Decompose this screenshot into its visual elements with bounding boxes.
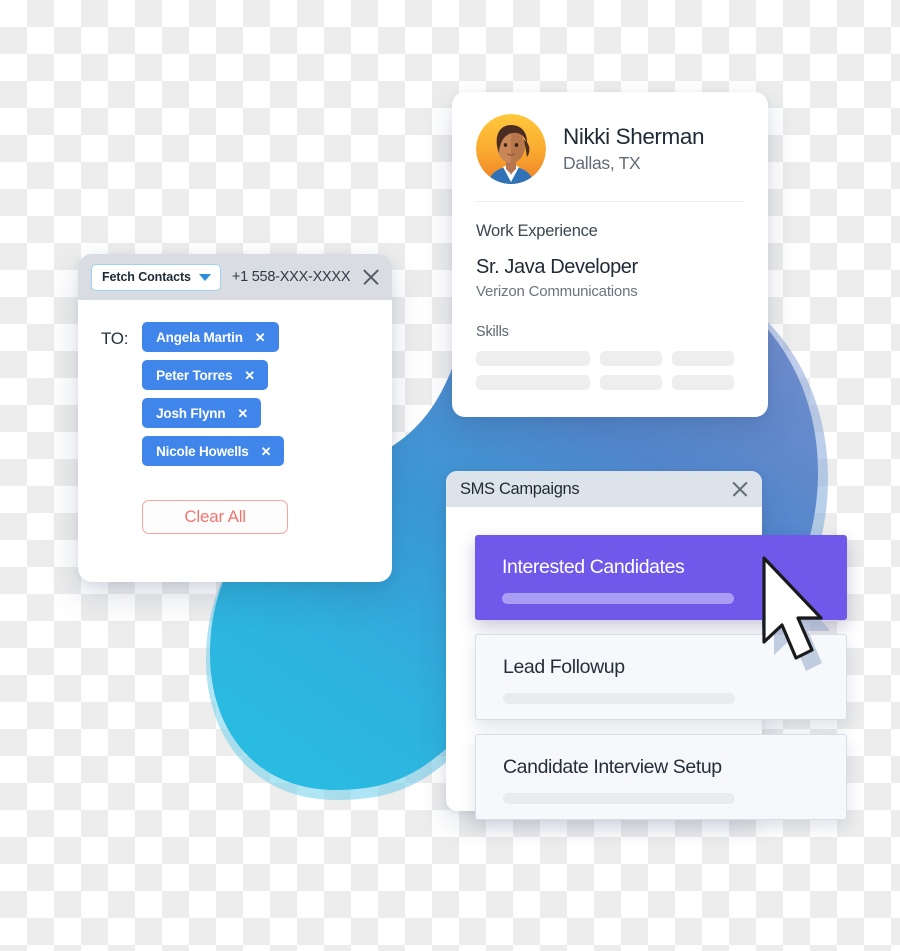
skill-placeholder [600,375,662,390]
x-icon[interactable]: ✕ [237,407,248,420]
skill-placeholder [672,351,734,366]
work-experience-label: Work Experience [476,222,598,240]
campaign-placeholder-bar [503,693,735,705]
recipient-chip[interactable]: Josh Flynn ✕ [142,398,262,428]
campaign-title: Interested Candidates [502,556,685,578]
profile-header: Nikki Sherman Dallas, TX [476,114,744,202]
fetch-contacts-dropdown-label: Fetch Contacts [102,270,191,284]
chevron-down-icon [198,273,211,281]
recipient-chip-label: Josh Flynn [156,405,226,421]
sms-campaigns-titlebar: SMS Campaigns [446,471,762,507]
x-icon[interactable]: ✕ [261,445,272,458]
campaign-title: Candidate Interview Setup [503,756,722,778]
skills-label: Skills [476,324,509,340]
fetch-contacts-dropdown[interactable]: Fetch Contacts [91,263,221,291]
profile-identity: Nikki Sherman Dallas, TX [563,124,705,174]
skill-placeholder [476,375,590,390]
x-icon[interactable]: ✕ [244,369,255,382]
recipient-chip[interactable]: Angela Martin ✕ [142,322,279,352]
campaign-placeholder-bar [502,593,734,605]
campaign-card-candidate-interview-setup[interactable]: Candidate Interview Setup [475,734,847,820]
illustration-stage: Fetch Contacts +1 558-XXX-XXXX TO: Angel… [0,0,900,946]
job-company: Verizon Communications [476,283,638,300]
campaign-title: Lead Followup [503,656,625,678]
skills-placeholder-grid [476,351,744,390]
clear-all-button[interactable]: Clear All [142,500,289,534]
skill-placeholder [600,351,662,366]
close-icon[interactable] [361,267,381,287]
recipient-chip[interactable]: Peter Torres ✕ [142,360,268,390]
candidate-profile-card: Nikki Sherman Dallas, TX Work Experience… [452,92,768,417]
to-label: TO: [101,329,129,348]
campaign-placeholder-bar [503,793,735,805]
close-icon[interactable] [730,480,749,499]
skill-placeholder [672,375,734,390]
campaign-card-interested-candidates[interactable]: Interested Candidates [475,535,847,620]
campaign-card-lead-followup[interactable]: Lead Followup [475,634,847,720]
phone-number-value: +1 558-XXX-XXXX [231,269,351,285]
recipient-chip-label: Peter Torres [156,367,233,383]
x-icon[interactable]: ✕ [255,331,266,344]
skill-placeholder [476,351,590,366]
profile-location: Dallas, TX [563,152,641,173]
contacts-window-body: TO: Angela Martin ✕ Peter Torres ✕ Josh … [78,300,392,534]
contacts-window-titlebar: Fetch Contacts +1 558-XXX-XXXX [78,254,392,300]
job-title: Sr. Java Developer [476,256,638,278]
avatar [476,114,546,184]
fetch-contacts-window: Fetch Contacts +1 558-XXX-XXXX TO: Angel… [78,254,392,582]
profile-name: Nikki Sherman [563,124,705,150]
recipient-chip-label: Angela Martin [156,329,243,345]
sms-campaigns-title: SMS Campaigns [460,479,580,498]
recipient-chip-label: Nicole Howells [156,443,249,459]
recipient-chip[interactable]: Nicole Howells ✕ [142,436,285,466]
recipient-chip-list: Angela Martin ✕ Peter Torres ✕ Josh Flyn… [142,322,289,534]
